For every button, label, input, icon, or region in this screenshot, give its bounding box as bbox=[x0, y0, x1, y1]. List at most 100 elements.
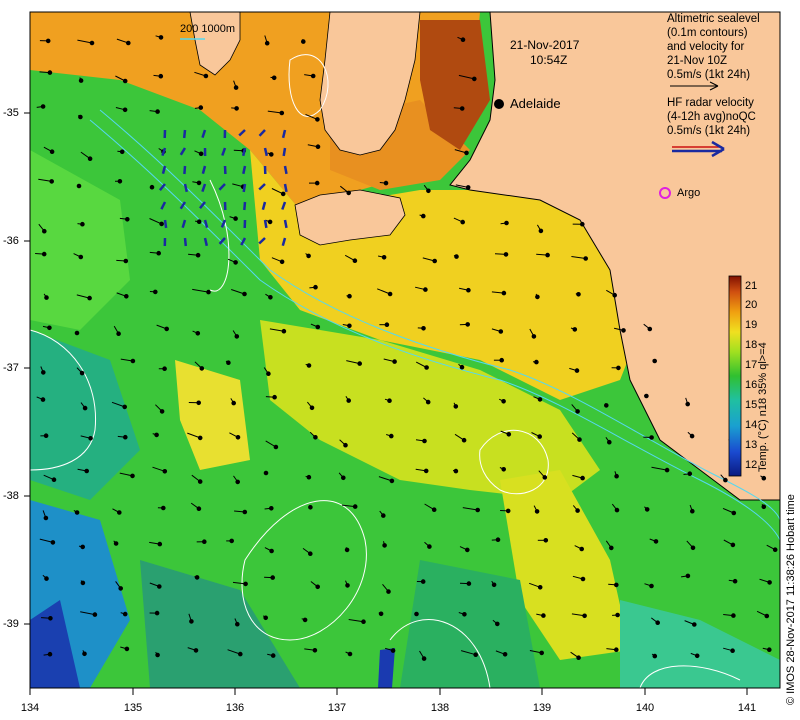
velocity-arrow-head bbox=[74, 510, 80, 515]
argo-label: Argo bbox=[677, 187, 701, 199]
velocity-arrow-head bbox=[47, 325, 52, 331]
velocity-arrow-head bbox=[158, 35, 164, 40]
velocity-arrow-head bbox=[306, 253, 311, 259]
y-tick-35: -35 bbox=[3, 107, 19, 119]
velocity-arrow-head bbox=[153, 289, 158, 295]
velocity-arrow-head bbox=[460, 219, 466, 225]
velocity-arrow-head bbox=[49, 149, 55, 154]
velocity-arrow-head bbox=[495, 537, 501, 543]
velocity-arrow-head bbox=[453, 404, 459, 409]
velocity-arrow-head bbox=[730, 542, 736, 548]
adelaide-marker bbox=[494, 99, 504, 109]
y-tick-37: -37 bbox=[3, 362, 19, 374]
velocity-arrow-head bbox=[575, 508, 580, 513]
velocity-arrow-head bbox=[117, 510, 122, 515]
velocity-arrow-head bbox=[690, 545, 696, 551]
velocity-arrow-head bbox=[346, 190, 352, 196]
velocity-arrow-head bbox=[465, 322, 471, 327]
velocity-arrow-head bbox=[281, 328, 287, 334]
velocity-arrow-head bbox=[472, 76, 477, 82]
velocity-arrow-head bbox=[197, 435, 203, 441]
velocity-arrow-head bbox=[616, 365, 621, 371]
velocity-arrow-head bbox=[694, 653, 700, 659]
velocity-arrow-head bbox=[92, 612, 98, 617]
velocity-arrow-head bbox=[582, 613, 587, 619]
velocity-arrow-head bbox=[198, 105, 204, 110]
velocity-arrow-head bbox=[41, 251, 47, 257]
velocity-arrow-head bbox=[767, 580, 772, 585]
velocity-arrow-head bbox=[575, 409, 580, 414]
velocity-arrow-head bbox=[652, 358, 658, 364]
velocity-arrow-head bbox=[310, 73, 316, 79]
velocity-arrow-head bbox=[576, 292, 581, 297]
velocity-arrow-head bbox=[689, 433, 695, 439]
velocity-arrow-head bbox=[44, 295, 49, 300]
velocity-arrow-head bbox=[159, 409, 165, 414]
velocity-arrow-head bbox=[461, 437, 467, 443]
x-tick-138: 138 bbox=[430, 702, 450, 714]
city-label-adelaide: Adelaide bbox=[510, 96, 561, 111]
velocity-arrow-head bbox=[158, 73, 164, 79]
colorbar-tick: 16 bbox=[745, 379, 758, 391]
velocity-arrow-head bbox=[421, 326, 426, 331]
velocity-arrow-head bbox=[539, 650, 545, 656]
x-tick-135: 135 bbox=[123, 702, 143, 714]
velocity-arrow-head bbox=[162, 469, 168, 474]
velocity-arrow-head bbox=[196, 400, 201, 406]
velocity-arrow-head bbox=[503, 252, 509, 257]
velocity-arrow-head bbox=[423, 287, 428, 292]
velocity-arrow-head bbox=[502, 652, 508, 657]
velocity-arrow-head bbox=[424, 365, 429, 370]
velocity-arrow-head bbox=[644, 393, 649, 399]
velocity-arrow-head bbox=[425, 399, 431, 405]
x-tick-140: 140 bbox=[635, 702, 655, 714]
velocity-arrow-head bbox=[576, 655, 581, 661]
velocity-arrow-head bbox=[649, 583, 654, 589]
velocity-arrow-head bbox=[269, 152, 274, 157]
velocity-arrow-head bbox=[420, 579, 426, 584]
velocity-arrow-head bbox=[690, 508, 695, 514]
colorbar-tick: 18 bbox=[745, 339, 758, 351]
velocity-arrow-head bbox=[45, 38, 51, 44]
velocity-arrow-head bbox=[730, 648, 735, 654]
velocity-arrow-head bbox=[580, 576, 586, 582]
colorbar bbox=[728, 275, 742, 477]
velocity-arrow-head bbox=[343, 442, 348, 448]
velocity-arrow-head bbox=[301, 39, 306, 44]
velocity-arrow-head bbox=[197, 479, 203, 484]
velocity-arrow-head bbox=[270, 575, 276, 580]
velocity-arrow-head bbox=[308, 551, 313, 557]
velocity-arrow-head bbox=[315, 144, 321, 149]
velocity-arrow-head bbox=[315, 324, 321, 330]
velocity-arrow-head bbox=[154, 432, 159, 438]
velocity-arrow-head bbox=[280, 191, 286, 197]
legend-altimetry-line-5: 0.5m/s (1kt 24h) bbox=[667, 69, 751, 81]
velocity-arrow-head bbox=[266, 371, 271, 377]
velocity-arrow-head bbox=[231, 400, 236, 406]
colorbar-tick: 14 bbox=[745, 419, 758, 431]
radar-vector bbox=[243, 201, 247, 211]
velocity-arrow-head bbox=[233, 260, 238, 265]
velocity-arrow-head bbox=[122, 611, 128, 617]
velocity-arrow-head bbox=[506, 432, 512, 437]
velocity-arrow-head bbox=[119, 149, 125, 155]
velocity-arrow-head bbox=[155, 652, 160, 658]
velocity-arrow-head bbox=[130, 473, 135, 479]
radar-vector bbox=[263, 147, 269, 157]
velocity-arrow-head bbox=[113, 541, 119, 546]
velocity-arrow-head bbox=[731, 510, 737, 516]
velocity-arrow-head bbox=[82, 405, 88, 411]
velocity-arrow-head bbox=[652, 653, 658, 659]
velocity-arrow-head bbox=[767, 647, 772, 653]
velocity-arrow-head bbox=[235, 479, 240, 485]
colorbar-tick: 12 bbox=[745, 459, 758, 471]
velocity-arrow-head bbox=[124, 646, 130, 652]
velocity-arrow-head bbox=[465, 547, 470, 553]
velocity-arrow-head bbox=[78, 78, 84, 83]
velocity-arrow-head bbox=[82, 651, 87, 657]
velocity-arrow-head bbox=[609, 545, 614, 551]
velocity-arrow-head bbox=[572, 327, 578, 332]
velocity-arrow-head bbox=[612, 292, 618, 298]
velocity-arrow-head bbox=[454, 254, 459, 259]
velocity-arrow-head bbox=[125, 217, 130, 222]
